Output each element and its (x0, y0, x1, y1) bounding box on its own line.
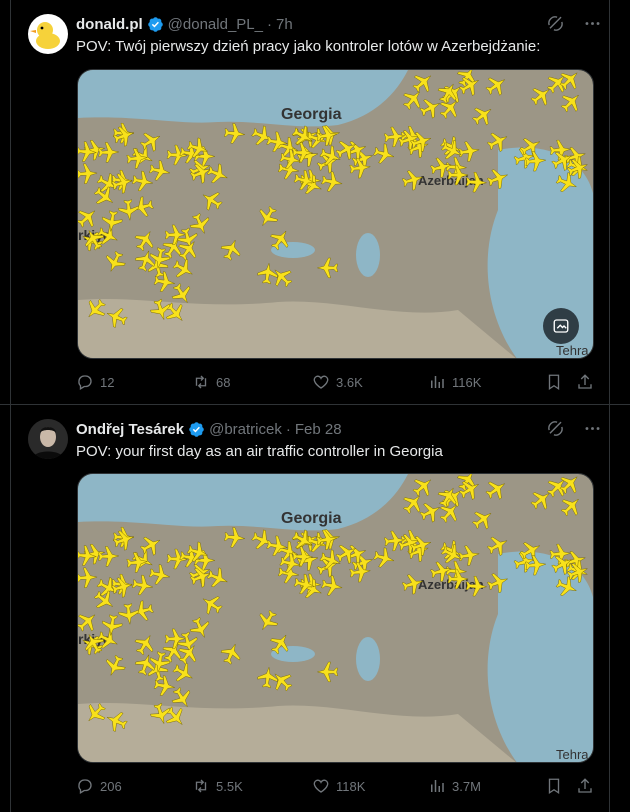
bookmark-icon (548, 374, 560, 391)
author-name[interactable]: donald.pl (76, 16, 143, 33)
tweet-actions: 12 68 3.6K 116K (76, 372, 596, 392)
reply-button[interactable]: 206 (76, 776, 122, 796)
share-button[interactable] (576, 372, 594, 392)
caspian-sea (487, 551, 593, 762)
map-label-georgia: Georgia (281, 106, 342, 123)
bookmark-button[interactable] (545, 776, 563, 796)
repost-button[interactable]: 5.5K (192, 776, 243, 796)
timeline-border-left (10, 405, 11, 812)
like-button[interactable]: 118K (312, 776, 365, 796)
view-count: 3.7M (452, 778, 481, 794)
like-button[interactable]: 3.6K (312, 372, 363, 392)
reply-icon (78, 375, 92, 390)
share-button[interactable] (576, 776, 594, 796)
share-icon (578, 778, 592, 793)
grok-icon[interactable] (546, 419, 565, 438)
timestamp[interactable]: 7h (276, 16, 293, 33)
tweet-header: Ondřej Tesárek @bratricek · Feb 28 (76, 419, 342, 439)
views-icon (431, 780, 444, 792)
person-icon (28, 419, 68, 459)
timestamp[interactable]: Feb 28 (295, 421, 342, 438)
map-svg: Georgia Azerbaijan rkiye Tehra (78, 70, 593, 358)
verified-badge-icon (147, 16, 163, 32)
author-handle[interactable]: @donald_PL_ (168, 16, 263, 33)
view-count: 116K (452, 374, 482, 390)
map-label-tehran: Tehra (556, 343, 589, 358)
author-name[interactable]: Ondřej Tesárek (76, 421, 184, 438)
tweet-2[interactable]: Ondřej Tesárek @bratricek · Feb 28 POV: … (0, 405, 630, 812)
tweet-actions: 206 5.5K 118K 3.7M (76, 776, 596, 796)
person-avatar[interactable] (28, 419, 68, 459)
heart-icon (313, 375, 329, 389)
more-options-icon[interactable] (583, 14, 602, 33)
tweet-top-icons (546, 14, 602, 33)
heart-icon (313, 779, 329, 793)
repost-count: 5.5K (216, 778, 243, 794)
repost-button[interactable]: 68 (192, 372, 230, 392)
reply-icon (78, 779, 92, 794)
map-label-georgia: Georgia (281, 510, 342, 527)
verified-badge-icon (189, 421, 204, 437)
tweet-header: donald.pl @donald_PL_ · 7h (76, 14, 293, 34)
separator-dot: · (266, 15, 272, 33)
lake-urmia (356, 637, 380, 681)
rubber-duck-avatar[interactable] (28, 14, 68, 54)
lake-urmia (356, 233, 380, 277)
like-count: 118K (336, 778, 366, 794)
bookmark-icon (548, 778, 560, 795)
tweet-1[interactable]: donald.pl @donald_PL_ · 7h POV: Twój pie… (0, 0, 630, 405)
reply-button[interactable]: 12 (76, 372, 114, 392)
image-edit-button[interactable] (543, 308, 579, 344)
views-button[interactable]: 116K (428, 372, 481, 392)
timeline-border-right (609, 405, 610, 812)
tweet-top-icons (546, 419, 602, 438)
repost-count: 68 (216, 374, 231, 390)
views-icon (431, 376, 444, 388)
reply-count: 12 (100, 374, 115, 390)
map-label-tehran: Tehra (556, 747, 589, 762)
views-button[interactable]: 3.7M (428, 776, 481, 796)
grok-icon[interactable] (546, 14, 565, 33)
repost-icon (195, 375, 207, 389)
timeline-border-right (609, 0, 610, 404)
separator-dot: · (285, 420, 291, 438)
timeline-border-left (10, 0, 11, 404)
more-options-icon[interactable] (583, 419, 602, 438)
map-svg: Georgia Azerbaijan rkiye Tehra (78, 474, 593, 762)
author-handle[interactable]: @bratricek (209, 421, 282, 438)
tweet-text: POV: Twój pierwszy dzień pracy jako kont… (76, 38, 541, 55)
tweet-text: POV: your first day as an air traffic co… (76, 443, 443, 460)
repost-icon (195, 779, 207, 793)
share-icon (578, 374, 592, 389)
duck-icon (30, 22, 60, 49)
like-count: 3.6K (336, 374, 363, 390)
bookmark-button[interactable] (545, 372, 563, 392)
flight-map-image[interactable]: Georgia Azerbaijan rkiye Tehra (77, 473, 594, 763)
image-edit-icon (553, 319, 569, 333)
reply-count: 206 (100, 778, 122, 794)
flight-map-image[interactable]: Georgia Azerbaijan rkiye Tehra (77, 69, 594, 359)
